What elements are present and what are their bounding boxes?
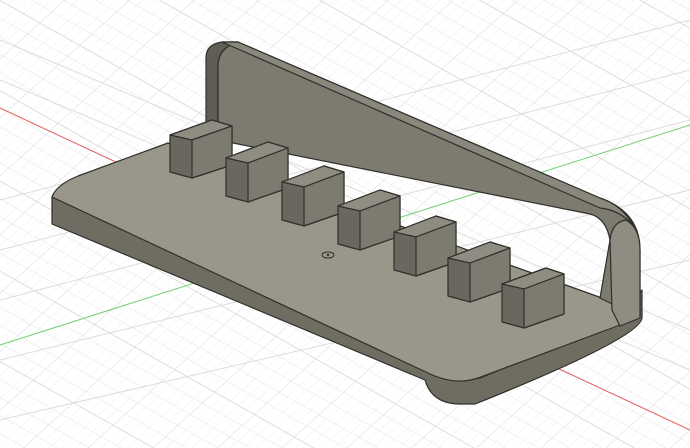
- cad-3d-viewport[interactable]: [0, 0, 690, 448]
- backrest-end: [609, 219, 641, 327]
- 3d-scene[interactable]: [0, 0, 690, 448]
